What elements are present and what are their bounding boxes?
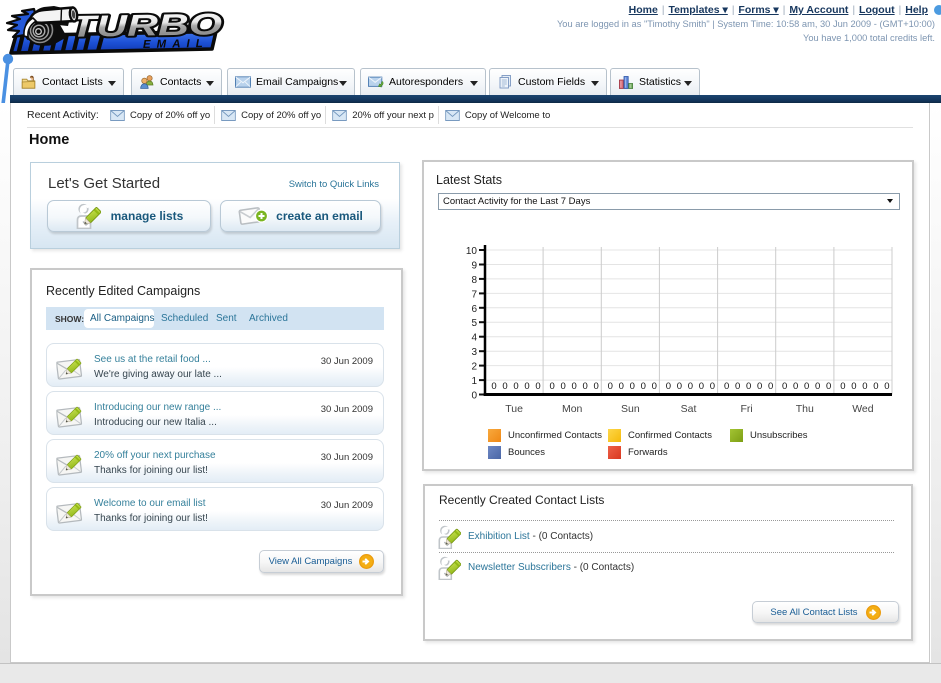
svg-text:0: 0 — [619, 381, 624, 392]
svg-text:6: 6 — [471, 304, 477, 315]
svg-text:Tue: Tue — [505, 403, 523, 415]
svg-text:0: 0 — [491, 381, 496, 392]
svg-text:0: 0 — [815, 381, 820, 392]
svg-text:0: 0 — [582, 381, 587, 392]
svg-text:Sat: Sat — [681, 403, 697, 415]
svg-text:0: 0 — [804, 381, 809, 392]
svg-text:5: 5 — [471, 318, 477, 329]
svg-text:8: 8 — [471, 275, 477, 286]
svg-text:3: 3 — [471, 347, 477, 358]
svg-text:0: 0 — [746, 381, 751, 392]
svg-text:0: 0 — [677, 381, 682, 392]
svg-text:10: 10 — [466, 246, 478, 257]
svg-text:0: 0 — [630, 381, 635, 392]
svg-text:0: 0 — [535, 381, 540, 392]
svg-text:7: 7 — [471, 289, 477, 300]
svg-text:0: 0 — [735, 381, 740, 392]
svg-text:0: 0 — [513, 381, 518, 392]
svg-text:0: 0 — [560, 381, 565, 392]
svg-text:0: 0 — [502, 381, 507, 392]
svg-text:0: 0 — [782, 381, 787, 392]
svg-text:Thu: Thu — [796, 403, 814, 415]
svg-text:Wed: Wed — [852, 403, 874, 415]
svg-text:0: 0 — [840, 381, 845, 392]
svg-text:0: 0 — [652, 381, 657, 392]
svg-text:0: 0 — [608, 381, 613, 392]
svg-text:0: 0 — [851, 381, 856, 392]
svg-text:0: 0 — [641, 381, 646, 392]
svg-text:0: 0 — [884, 381, 889, 392]
svg-text:1: 1 — [471, 376, 477, 387]
svg-text:0: 0 — [757, 381, 762, 392]
svg-text:0: 0 — [549, 381, 554, 392]
svg-text:0: 0 — [524, 381, 529, 392]
svg-text:4: 4 — [471, 333, 477, 344]
svg-text:9: 9 — [471, 261, 477, 272]
svg-text:TURBO: TURBO — [70, 8, 223, 44]
svg-text:0: 0 — [710, 381, 715, 392]
svg-text:0: 0 — [724, 381, 729, 392]
svg-text:Mon: Mon — [562, 403, 583, 415]
svg-text:0: 0 — [768, 381, 773, 392]
svg-text:0: 0 — [826, 381, 831, 392]
svg-text:0: 0 — [666, 381, 671, 392]
svg-text:0: 0 — [793, 381, 798, 392]
svg-text:0: 0 — [688, 381, 693, 392]
svg-text:Sun: Sun — [621, 403, 640, 415]
svg-text:0: 0 — [471, 391, 477, 402]
svg-text:0: 0 — [862, 381, 867, 392]
svg-text:2: 2 — [471, 362, 477, 373]
svg-text:0: 0 — [593, 381, 598, 392]
svg-text:0: 0 — [873, 381, 878, 392]
svg-text:Fri: Fri — [740, 403, 752, 415]
svg-text:0: 0 — [699, 381, 704, 392]
svg-text:0: 0 — [571, 381, 576, 392]
